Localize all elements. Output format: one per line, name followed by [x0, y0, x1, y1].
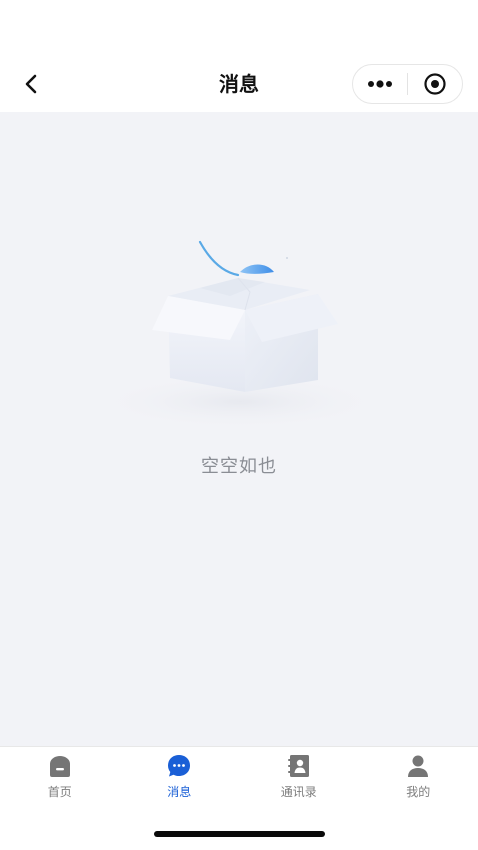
more-dots-icon [368, 80, 392, 88]
empty-state-text: 空空如也 [201, 456, 277, 477]
tab-home-label: 首页 [47, 785, 72, 799]
status-bar [0, 0, 478, 56]
mini-program-capsule [352, 64, 463, 104]
home-indicator [154, 831, 325, 837]
tab-home[interactable]: 首页 [0, 753, 120, 803]
message-bubble-icon [166, 753, 192, 779]
tab-profile[interactable]: 我的 [359, 753, 478, 803]
more-button[interactable] [353, 65, 407, 103]
target-circle-icon [424, 73, 446, 95]
tab-messages-label: 消息 [167, 785, 192, 799]
tab-profile-label: 我的 [406, 785, 431, 799]
tab-contacts-label: 通讯录 [280, 785, 317, 799]
contacts-book-icon [286, 753, 312, 779]
tab-contacts[interactable]: 通讯录 [239, 753, 359, 803]
home-icon [47, 753, 73, 779]
navigation-bar: 消息 [0, 56, 478, 112]
close-button[interactable] [408, 65, 462, 103]
message-list-area: 空空如也 [0, 112, 478, 746]
tab-messages[interactable]: 消息 [120, 753, 240, 803]
user-icon [405, 753, 431, 779]
empty-box-icon [92, 240, 388, 430]
